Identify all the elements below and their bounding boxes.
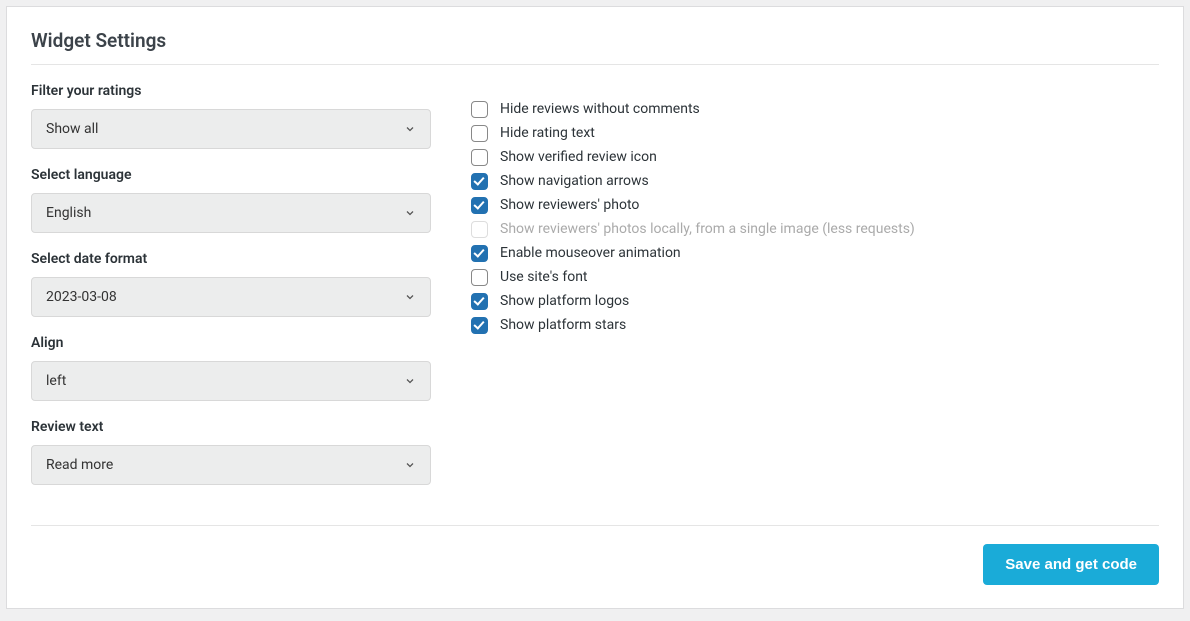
- checkbox-show-nav-arrows[interactable]: [471, 173, 488, 190]
- chevron-down-icon: [404, 459, 416, 471]
- language-select[interactable]: English: [31, 193, 431, 233]
- settings-columns: Filter your ratings Show all Select lang…: [31, 83, 1159, 503]
- label-show-verified-icon: Show verified review icon: [500, 149, 657, 166]
- field-review-text: Review text Read more: [31, 419, 431, 485]
- field-date-format: Select date format 2023-03-08: [31, 251, 431, 317]
- align-label: Align: [31, 335, 431, 351]
- divider-bottom: [31, 525, 1159, 526]
- footer: Save and get code: [31, 544, 1159, 585]
- check-row-show-reviewer-photo: Show reviewers' photo: [471, 197, 1159, 214]
- check-row-use-site-font: Use site's font: [471, 269, 1159, 286]
- language-label: Select language: [31, 167, 431, 183]
- label-show-platform-stars: Show platform stars: [500, 317, 626, 334]
- chevron-down-icon: [404, 207, 416, 219]
- filter-ratings-label: Filter your ratings: [31, 83, 431, 99]
- check-row-enable-mouseover: Enable mouseover animation: [471, 245, 1159, 262]
- label-show-reviewer-photo: Show reviewers' photo: [500, 197, 639, 214]
- filter-ratings-value: Show all: [46, 121, 98, 137]
- check-row-hide-rating-text: Hide rating text: [471, 125, 1159, 142]
- date-format-select[interactable]: 2023-03-08: [31, 277, 431, 317]
- checkbox-show-platform-logos[interactable]: [471, 293, 488, 310]
- check-row-show-nav-arrows: Show navigation arrows: [471, 173, 1159, 190]
- checkbox-show-photo-local: [471, 221, 488, 238]
- review-text-select[interactable]: Read more: [31, 445, 431, 485]
- check-row-show-platform-stars: Show platform stars: [471, 317, 1159, 334]
- checkbox-use-site-font[interactable]: [471, 269, 488, 286]
- review-text-value: Read more: [46, 457, 113, 473]
- label-show-platform-logos: Show platform logos: [500, 293, 629, 310]
- checkbox-hide-no-comments[interactable]: [471, 101, 488, 118]
- checkbox-hide-rating-text[interactable]: [471, 125, 488, 142]
- label-hide-no-comments: Hide reviews without comments: [500, 101, 700, 118]
- checkbox-show-platform-stars[interactable]: [471, 317, 488, 334]
- label-enable-mouseover: Enable mouseover animation: [500, 245, 681, 262]
- divider-top: [31, 64, 1159, 65]
- save-and-get-code-button[interactable]: Save and get code: [983, 544, 1159, 585]
- align-select[interactable]: left: [31, 361, 431, 401]
- check-row-show-photo-local: Show reviewers' photos locally, from a s…: [471, 221, 1159, 238]
- label-use-site-font: Use site's font: [500, 269, 588, 286]
- align-value: left: [46, 373, 66, 389]
- label-show-nav-arrows: Show navigation arrows: [500, 173, 649, 190]
- language-value: English: [46, 205, 91, 221]
- check-row-hide-no-comments: Hide reviews without comments: [471, 101, 1159, 118]
- field-align: Align left: [31, 335, 431, 401]
- chevron-down-icon: [404, 291, 416, 303]
- right-column: Hide reviews without comments Hide ratin…: [471, 83, 1159, 503]
- review-text-label: Review text: [31, 419, 431, 435]
- checkbox-show-reviewer-photo[interactable]: [471, 197, 488, 214]
- field-language: Select language English: [31, 167, 431, 233]
- checkbox-show-verified-icon[interactable]: [471, 149, 488, 166]
- left-column: Filter your ratings Show all Select lang…: [31, 83, 431, 503]
- filter-ratings-select[interactable]: Show all: [31, 109, 431, 149]
- chevron-down-icon: [404, 123, 416, 135]
- date-format-label: Select date format: [31, 251, 431, 267]
- date-format-value: 2023-03-08: [46, 289, 117, 305]
- chevron-down-icon: [404, 375, 416, 387]
- label-show-photo-local: Show reviewers' photos locally, from a s…: [500, 221, 915, 238]
- page-title: Widget Settings: [31, 29, 1159, 52]
- checkbox-enable-mouseover[interactable]: [471, 245, 488, 262]
- check-row-show-verified-icon: Show verified review icon: [471, 149, 1159, 166]
- label-hide-rating-text: Hide rating text: [500, 125, 595, 142]
- check-row-show-platform-logos: Show platform logos: [471, 293, 1159, 310]
- field-filter-ratings: Filter your ratings Show all: [31, 83, 431, 149]
- widget-settings-panel: Widget Settings Filter your ratings Show…: [6, 6, 1184, 609]
